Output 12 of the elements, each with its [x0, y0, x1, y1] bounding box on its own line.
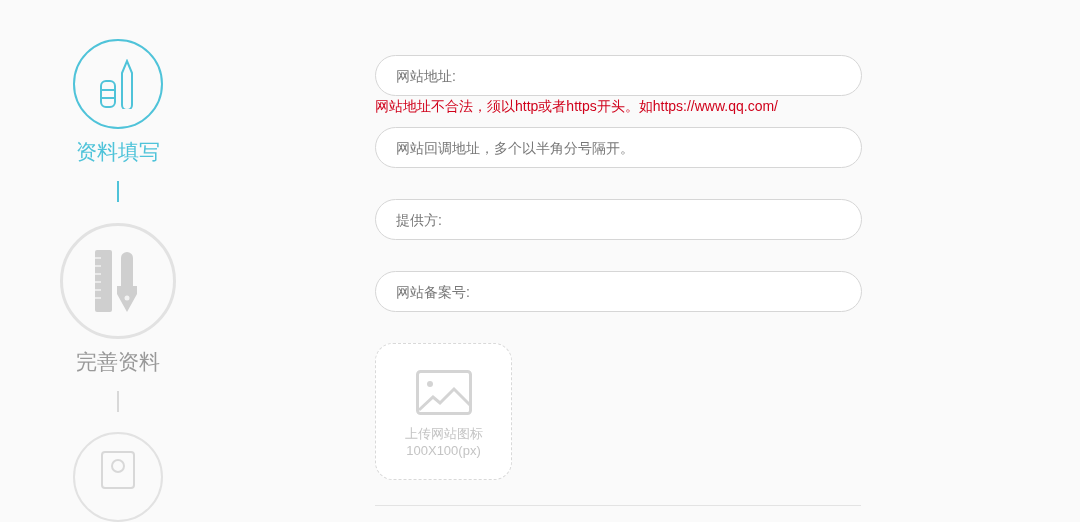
step-connector: [117, 181, 119, 202]
step-connector: [117, 391, 119, 412]
input-field[interactable]: 网站地址:: [375, 55, 862, 96]
upload-button[interactable]: 上传网站图标 100X100(px): [375, 343, 512, 480]
step-label: 资料填写: [76, 139, 160, 165]
frame-icon: [100, 450, 136, 490]
image-icon: [415, 370, 472, 415]
input-field[interactable]: 网站备案号:: [375, 271, 862, 312]
input-field[interactable]: 提供方:: [375, 199, 862, 240]
step-label: 完善资料: [76, 349, 160, 375]
input-field[interactable]: 网站回调地址，多个以半角分号隔开。: [375, 127, 862, 168]
error-message: 网站地址不合法，须以http或者https开头。如https://www.qq.com/: [375, 97, 778, 115]
